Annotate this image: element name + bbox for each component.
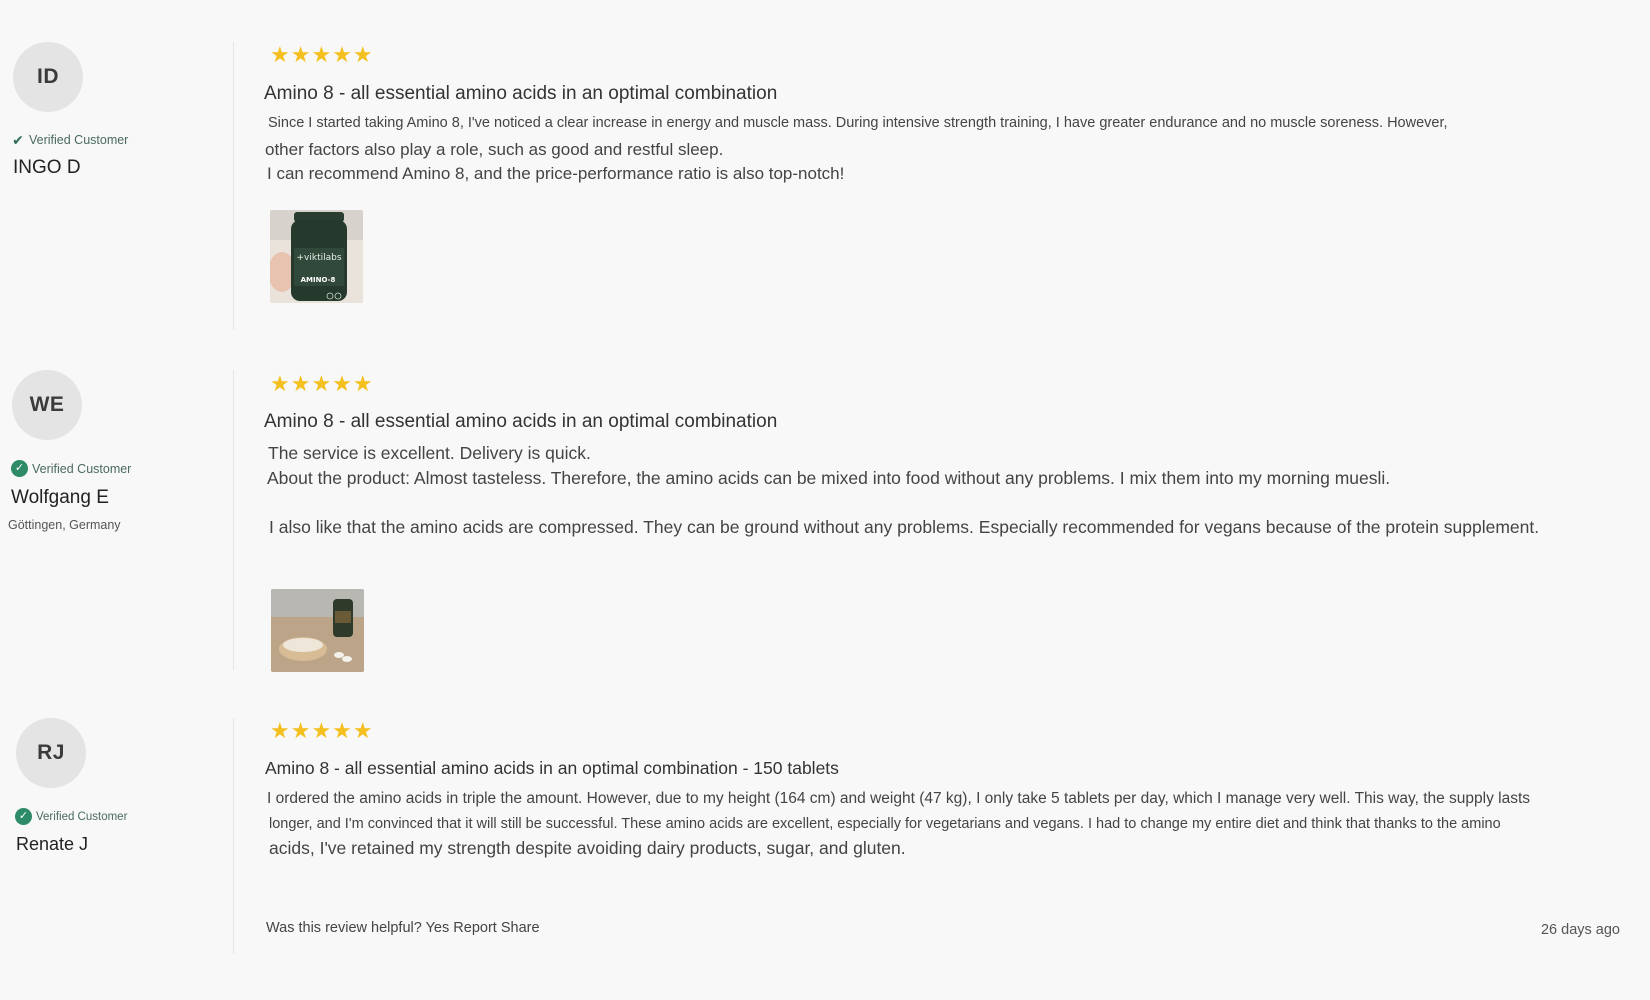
review-body-line: acids, I've retained my strength despite… [269,838,906,858]
report-button[interactable]: Report [453,920,497,936]
review-date: 26 days ago [1540,922,1620,938]
review-title: Amino 8 - all essential amino acids in a… [265,758,839,778]
divider [233,718,234,954]
star-rating: ★★★★★ [270,718,374,743]
reviewer-name: Renate J [16,834,89,854]
helpful-yes-button[interactable]: Yes [426,920,450,936]
checkmark-icon: ✓ [15,808,32,825]
review-body-line: I ordered the amino acids in triple the … [267,790,1531,807]
verified-label: Verified Customer [36,810,128,823]
review-card: RJ ✓ Verified Customer Renate J ★★★★★ Am… [0,0,1650,960]
review-body-line: longer, and I'm convinced that it will s… [269,816,1501,832]
helpful-question: Was this review helpful? [266,920,422,936]
review-footer: Was this review helpful? Yes Report Shar… [266,920,540,936]
share-button[interactable]: Share [501,920,540,936]
avatar: RJ [16,718,86,788]
verified-badge: ✓ Verified Customer [15,808,127,825]
